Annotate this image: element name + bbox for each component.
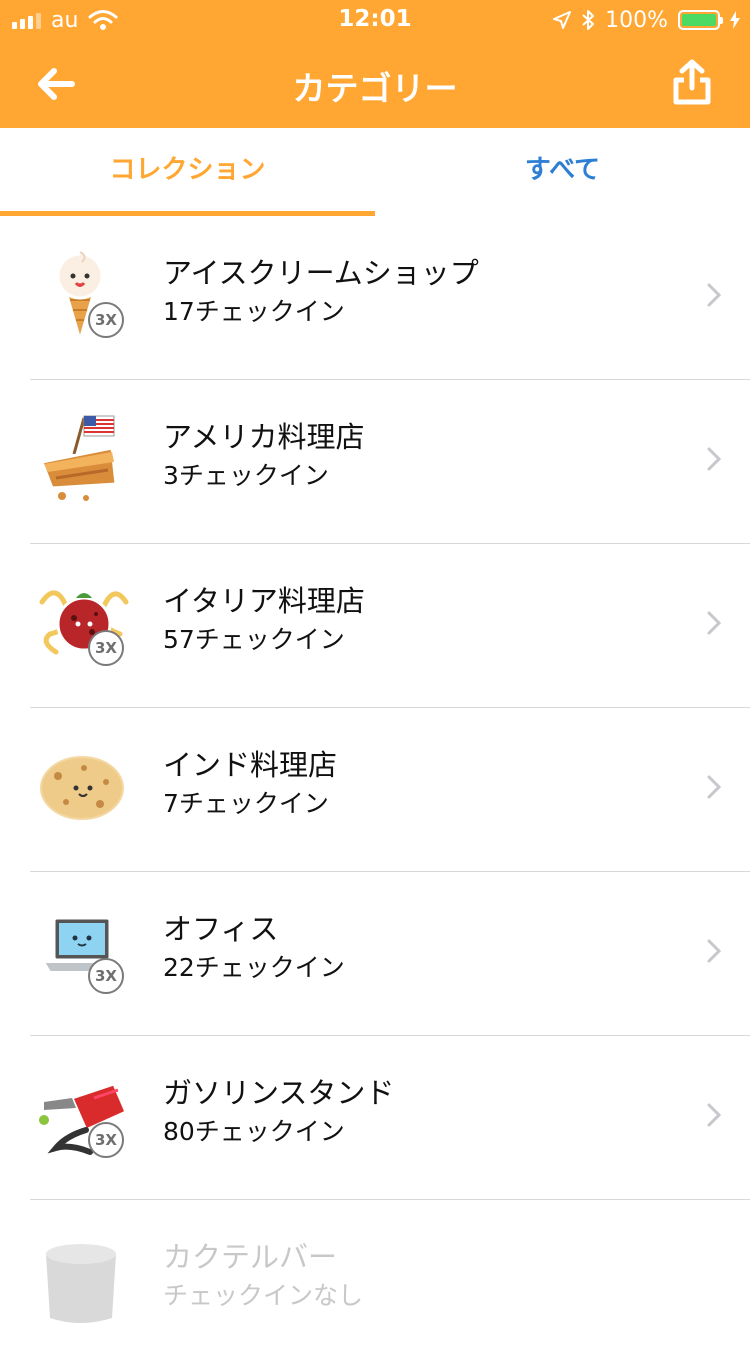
battery-percentage: 100% — [605, 7, 668, 33]
checkin-count: 7チェックイン — [163, 789, 329, 818]
category-list: 3X アイスクリームショップ 17チェックイン アメリカ料理店 3チェックイン — [0, 216, 750, 1364]
location-arrow-icon — [553, 11, 572, 29]
chevron-right-icon — [707, 283, 722, 307]
category-name: オフィス — [163, 912, 279, 946]
checkin-count: 80チェックイン — [163, 1117, 345, 1146]
list-item[interactable]: 3X オフィス 22チェックイン — [0, 872, 750, 1036]
list-item[interactable]: インド料理店 7チェックイン — [0, 708, 750, 872]
list-item[interactable]: カクテルバー チェックインなし — [0, 1200, 750, 1364]
chevron-right-icon — [707, 775, 722, 799]
gas-pump-icon: 3X — [36, 1064, 132, 1164]
cocktail-glass-placeholder-icon — [36, 1228, 132, 1328]
list-item[interactable]: 3X ガソリンスタンド 80チェックイン — [0, 1036, 750, 1200]
list-item[interactable]: 3X イタリア料理店 57チェックイン — [0, 544, 750, 708]
status-right: 100% — [553, 6, 740, 34]
charging-bolt-icon — [730, 11, 740, 29]
tab-collection[interactable]: コレクション — [0, 128, 375, 216]
multiplier-badge: 3X — [88, 302, 124, 338]
multiplier-badge: 3X — [88, 958, 124, 994]
category-name: イタリア料理店 — [163, 584, 365, 618]
chevron-right-icon — [707, 611, 722, 635]
list-item[interactable]: 3X アイスクリームショップ 17チェックイン — [0, 216, 750, 380]
bluetooth-icon — [582, 10, 595, 30]
list-item[interactable]: アメリカ料理店 3チェックイン — [0, 380, 750, 544]
category-name: ガソリンスタンド — [163, 1076, 395, 1110]
naan-icon — [36, 736, 132, 836]
laptop-icon: 3X — [36, 900, 132, 1000]
chevron-right-icon — [707, 1103, 722, 1127]
apple-pie-icon — [36, 408, 132, 508]
page-title: カテゴリー — [292, 69, 458, 108]
segment-tabs: コレクション すべて — [0, 128, 750, 216]
chevron-right-icon — [707, 447, 722, 471]
category-name: インド料理店 — [163, 748, 338, 782]
tab-all[interactable]: すべて — [375, 128, 750, 216]
category-name: カクテルバー — [163, 1240, 338, 1274]
checkin-count: 3チェックイン — [163, 461, 329, 490]
meatball-pasta-icon: 3X — [36, 572, 132, 672]
multiplier-badge: 3X — [88, 1122, 124, 1158]
share-button[interactable] — [670, 58, 714, 108]
category-name: アイスクリームショップ — [163, 256, 479, 290]
chevron-right-icon — [707, 939, 722, 963]
checkin-count: 22チェックイン — [163, 953, 345, 982]
ice-cream-icon: 3X — [36, 244, 132, 346]
checkin-count: チェックインなし — [163, 1281, 364, 1310]
checkin-count: 57チェックイン — [163, 625, 345, 654]
multiplier-badge: 3X — [88, 630, 124, 666]
navigation-bar: カテゴリー — [0, 40, 750, 128]
share-icon — [673, 59, 711, 105]
checkin-count: 17チェックイン — [163, 297, 345, 326]
status-bar: au 12:01 100% — [0, 0, 750, 40]
battery-icon — [678, 10, 723, 30]
category-name: アメリカ料理店 — [163, 420, 365, 454]
